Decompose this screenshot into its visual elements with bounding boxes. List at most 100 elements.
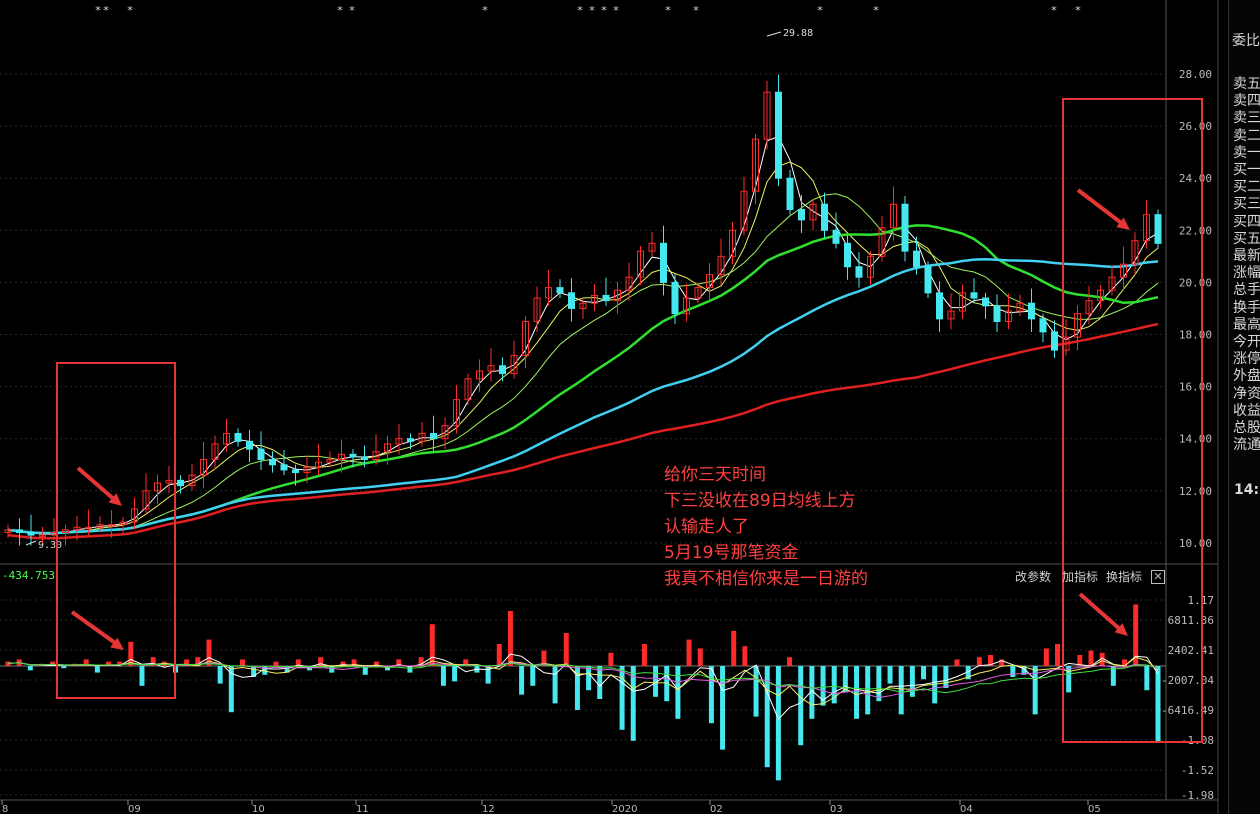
switch-indicator-button[interactable]: 换指标 bbox=[1106, 568, 1142, 585]
candle-body bbox=[913, 250, 920, 268]
event-star-icon: * bbox=[873, 4, 879, 17]
candle-body bbox=[1039, 318, 1047, 333]
candle-body bbox=[361, 456, 368, 461]
annotation-line-2: 下三没收在89日均线上方 bbox=[664, 491, 856, 511]
indicator-bar bbox=[876, 666, 882, 702]
indicator-bar bbox=[273, 661, 279, 666]
ma-line bbox=[7, 322, 1159, 540]
annotation-boxes bbox=[56, 98, 1203, 743]
indicator-bar bbox=[708, 666, 714, 724]
indicator-bar bbox=[943, 666, 949, 688]
indicator-bar bbox=[887, 666, 893, 684]
candle-body bbox=[671, 281, 679, 315]
chart-canvas: 28.00 26.00 24.00 22.00 20.00 18.00 16.00 14.00… bbox=[0, 0, 1219, 814]
indicator-tick-label: -6416.49 bbox=[1161, 704, 1214, 717]
candle-body bbox=[407, 438, 414, 442]
event-star-icon: * bbox=[1075, 4, 1081, 17]
close-icon[interactable]: ✕ bbox=[1151, 570, 1165, 584]
indicator-bar bbox=[921, 666, 927, 680]
indicator-bar bbox=[697, 648, 703, 666]
indicator-bar bbox=[854, 666, 860, 719]
time-tick-label: 2020 bbox=[612, 804, 637, 814]
candle-body bbox=[775, 91, 782, 179]
edit-params-button[interactable]: 改参数 bbox=[1015, 568, 1051, 585]
candle-body bbox=[568, 292, 575, 309]
indicator-bar bbox=[909, 666, 915, 697]
indicator-bar bbox=[563, 633, 569, 666]
price-tick-label: 14.00 bbox=[1179, 433, 1212, 446]
candle-body bbox=[798, 208, 805, 221]
event-star-icon: * bbox=[693, 4, 699, 17]
indicator-tick-label: -1.52 bbox=[1181, 764, 1214, 777]
time-tick-label: 02 bbox=[710, 804, 723, 814]
candle-body bbox=[177, 479, 184, 487]
time-tick-label: 05 bbox=[1088, 804, 1101, 814]
indicator-bar bbox=[27, 666, 33, 671]
candle-body bbox=[936, 292, 943, 320]
indicator-value: -434.753 bbox=[2, 569, 55, 582]
indicator-bar bbox=[619, 666, 625, 730]
sidebar-time: 14:5 bbox=[1234, 482, 1260, 498]
candle-body bbox=[924, 266, 932, 294]
arrow-icon bbox=[70, 610, 120, 647]
candle-body bbox=[844, 242, 851, 268]
arrow-icon bbox=[76, 466, 118, 503]
time-tick-label: 03 bbox=[830, 804, 843, 814]
arrow-icon bbox=[1076, 188, 1126, 227]
event-star-icon: * bbox=[127, 4, 133, 17]
high-label: 29.88 bbox=[783, 28, 813, 39]
candle-body bbox=[556, 287, 564, 294]
price-tick-label: 20.00 bbox=[1179, 276, 1212, 289]
indicator-bar bbox=[608, 652, 614, 666]
indicator-bar bbox=[1043, 648, 1049, 666]
indicator-bar bbox=[686, 639, 692, 666]
indicator-tick-label: 2402.41 bbox=[1168, 644, 1214, 657]
indicator-bar bbox=[239, 659, 245, 666]
candle-body bbox=[855, 266, 863, 278]
indicator-tick-label: -1.98 bbox=[1181, 789, 1214, 802]
price-tick-label: 10.00 bbox=[1179, 537, 1212, 550]
price-tick-label: 24.00 bbox=[1179, 172, 1212, 185]
candle-body bbox=[269, 459, 276, 466]
indicator-tick-label: 6811.36 bbox=[1168, 614, 1214, 627]
candle-body bbox=[499, 365, 506, 375]
indicator-bar bbox=[675, 666, 681, 719]
indicator-bar bbox=[865, 666, 871, 715]
indicator-bar bbox=[1144, 666, 1150, 691]
indicator-tick-label: -2007.04 bbox=[1161, 674, 1214, 687]
price-tick-label: 26.00 bbox=[1179, 120, 1212, 133]
indicator-bar bbox=[61, 666, 67, 669]
price-tick-label: 22.00 bbox=[1179, 224, 1212, 237]
indicator-bar bbox=[720, 666, 726, 750]
candle-body bbox=[257, 448, 265, 461]
candle-body bbox=[832, 229, 840, 244]
indicator-tick-label: -1.08 bbox=[1181, 734, 1214, 747]
indicator-bar bbox=[1088, 650, 1094, 666]
indicator-bar bbox=[586, 666, 592, 691]
candle-body bbox=[970, 292, 978, 299]
candle-body bbox=[993, 305, 1001, 322]
event-star-icon: * bbox=[337, 4, 343, 17]
event-star-icon: * bbox=[665, 4, 671, 17]
indicator-bar bbox=[1055, 644, 1061, 666]
candle-body bbox=[234, 432, 242, 442]
indicator-bar bbox=[1010, 666, 1016, 677]
candle-body bbox=[430, 432, 437, 440]
event-star-icon: * bbox=[577, 4, 583, 17]
indicator-bar bbox=[798, 666, 804, 746]
indicator-line bbox=[7, 662, 1159, 694]
indicator-bar bbox=[731, 630, 737, 666]
indicator-bar bbox=[898, 666, 904, 715]
candle-body bbox=[292, 469, 299, 474]
indicator-bar bbox=[552, 666, 558, 704]
indicator-bar bbox=[519, 666, 525, 695]
time-tick-label: 09 bbox=[128, 804, 141, 814]
candle-body bbox=[27, 531, 35, 536]
candle-body bbox=[280, 464, 288, 471]
add-indicator-button[interactable]: 加指标 bbox=[1062, 568, 1098, 585]
indicator-bar bbox=[1155, 666, 1161, 743]
indicator-bar bbox=[217, 666, 223, 684]
sidebar-header: 委比 bbox=[1232, 33, 1260, 49]
indicator-bar bbox=[452, 666, 458, 682]
candle-body bbox=[246, 440, 253, 450]
